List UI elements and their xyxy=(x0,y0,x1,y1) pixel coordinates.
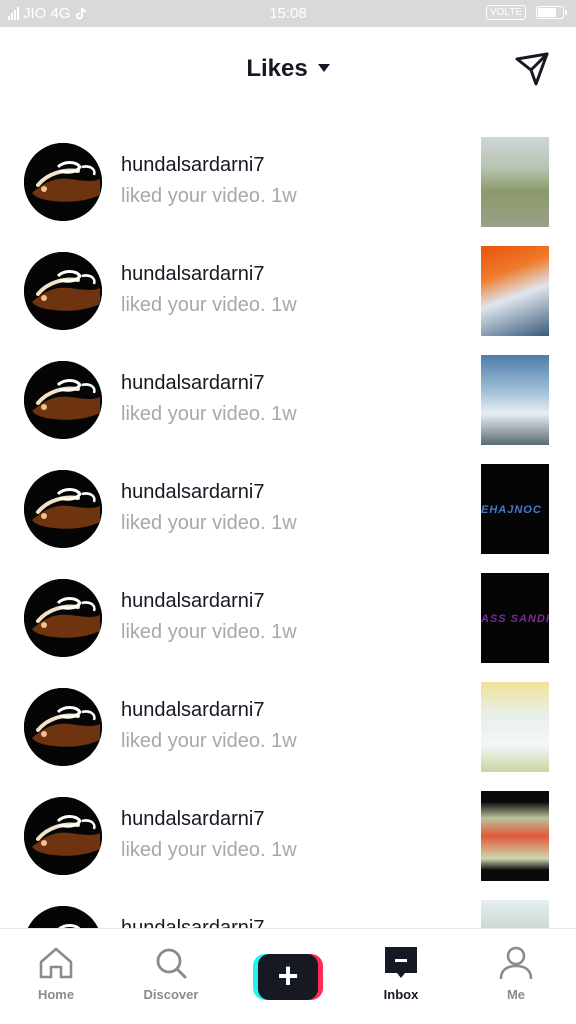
video-thumbnail[interactable] xyxy=(481,791,549,881)
notification-text: liked your video. 1w xyxy=(121,294,297,317)
thumbnail-text: EHAJNOC xyxy=(481,504,542,516)
notification-row[interactable]: hundalsardarni7 liked your video. 1w xyxy=(0,672,576,781)
notification-action: liked your video. xyxy=(121,730,266,752)
notification-action: liked your video. xyxy=(121,403,266,425)
chevron-down-icon xyxy=(317,63,330,72)
notification-row[interactable]: hundalsardarni7 liked your video. 1w xyxy=(0,345,576,454)
notification-row[interactable]: hundalsardarni7 liked your video. 1w xyxy=(0,781,576,890)
notification-row[interactable]: hundalsardarni7 liked your video. 1w EHAJN… xyxy=(0,454,576,563)
notification-action: liked your video. xyxy=(121,185,266,207)
inbox-icon xyxy=(385,947,417,978)
video-thumbnail[interactable]: ASS SANDHU xyxy=(481,573,549,663)
nav-home[interactable]: Home xyxy=(6,943,106,1002)
send-icon[interactable] xyxy=(514,51,550,87)
home-icon xyxy=(39,947,73,979)
video-thumbnail[interactable] xyxy=(481,355,549,445)
notification-time: 1w xyxy=(271,185,297,207)
notification-username[interactable]: hundalsardarni7 xyxy=(121,263,264,286)
notification-username[interactable]: hundalsardarni7 xyxy=(121,808,264,831)
notification-username[interactable]: hundalsardarni7 xyxy=(121,154,264,177)
notification-action: liked your video. xyxy=(121,512,266,534)
notification-time: 1w xyxy=(271,839,297,861)
notification-time: 1w xyxy=(271,512,297,534)
notification-action: liked your video. xyxy=(121,839,266,861)
nav-discover-label: Discover xyxy=(143,987,199,1002)
person-icon xyxy=(499,946,533,980)
activity-filter-dropdown[interactable]: Likes xyxy=(0,55,576,83)
page-title: Likes xyxy=(246,55,308,82)
notification-row[interactable]: hundalsardarni7 liked your video. 1w ASS S… xyxy=(0,563,576,672)
battery-icon xyxy=(536,6,567,19)
video-thumbnail[interactable]: EHAJNOC xyxy=(481,464,549,554)
notification-action: liked your video. xyxy=(121,621,266,643)
notification-text: liked your video. 1w xyxy=(121,839,297,862)
plus-icon: + xyxy=(277,955,299,996)
video-thumbnail[interactable] xyxy=(481,246,549,336)
notification-username[interactable]: hundalsardarni7 xyxy=(121,590,264,613)
notification-time: 1w xyxy=(271,294,297,316)
notification-row[interactable]: hundalsardarni7 liked your video. 1w xyxy=(0,236,576,345)
avatar[interactable] xyxy=(24,361,102,439)
avatar[interactable] xyxy=(24,797,102,875)
notification-username[interactable]: hundalsardarni7 xyxy=(121,699,264,722)
notification-username[interactable]: hundalsardarni7 xyxy=(121,481,264,504)
nav-me-label: Me xyxy=(506,987,526,1002)
notification-text: liked your video. 1w xyxy=(121,512,297,535)
nav-me[interactable]: Me xyxy=(466,943,566,1002)
notification-action: liked your video. xyxy=(121,294,266,316)
nav-home-label: Home xyxy=(37,987,75,1002)
avatar[interactable] xyxy=(24,470,102,548)
notification-list: hundalsardarni7 liked your video. 1w hunda… xyxy=(0,127,576,999)
status-bar: JIO 4G 15:08 VOLTE xyxy=(0,0,576,27)
avatar-image xyxy=(24,361,102,439)
avatar-image xyxy=(24,143,102,221)
volte-badge: VOLTE xyxy=(485,5,526,20)
avatar[interactable] xyxy=(24,688,102,766)
nav-discover[interactable]: Discover xyxy=(121,943,221,1002)
nav-inbox[interactable]: Inbox xyxy=(351,943,451,1002)
avatar-image xyxy=(24,252,102,330)
battery-fill xyxy=(538,8,556,17)
notification-text: liked your video. 1w xyxy=(121,185,297,208)
avatar[interactable] xyxy=(24,252,102,330)
notification-text: liked your video. 1w xyxy=(121,730,297,753)
notification-text: liked your video. 1w xyxy=(121,403,297,426)
notification-time: 1w xyxy=(271,730,297,752)
notification-text: liked your video. 1w xyxy=(121,621,297,644)
header: Likes xyxy=(0,27,576,112)
nav-inbox-label: Inbox xyxy=(383,987,419,1002)
notification-row[interactable]: hundalsardarni7 liked your video. 1w xyxy=(0,127,576,236)
avatar-image xyxy=(24,688,102,766)
avatar[interactable] xyxy=(24,143,102,221)
avatar[interactable] xyxy=(24,579,102,657)
notification-time: 1w xyxy=(271,403,297,425)
search-icon xyxy=(156,948,187,979)
video-thumbnail[interactable] xyxy=(481,682,549,772)
avatar-image xyxy=(24,470,102,548)
create-button[interactable]: + xyxy=(253,954,323,1000)
thumbnail-text: ASS SANDHU xyxy=(481,613,549,625)
bottom-nav: Home Discover + Inbox Me xyxy=(0,928,576,1024)
notification-username[interactable]: hundalsardarni7 xyxy=(121,372,264,395)
avatar-image xyxy=(24,579,102,657)
video-thumbnail[interactable] xyxy=(481,137,549,227)
avatar-image xyxy=(24,797,102,875)
status-right: VOLTE xyxy=(485,5,567,20)
notification-time: 1w xyxy=(271,621,297,643)
